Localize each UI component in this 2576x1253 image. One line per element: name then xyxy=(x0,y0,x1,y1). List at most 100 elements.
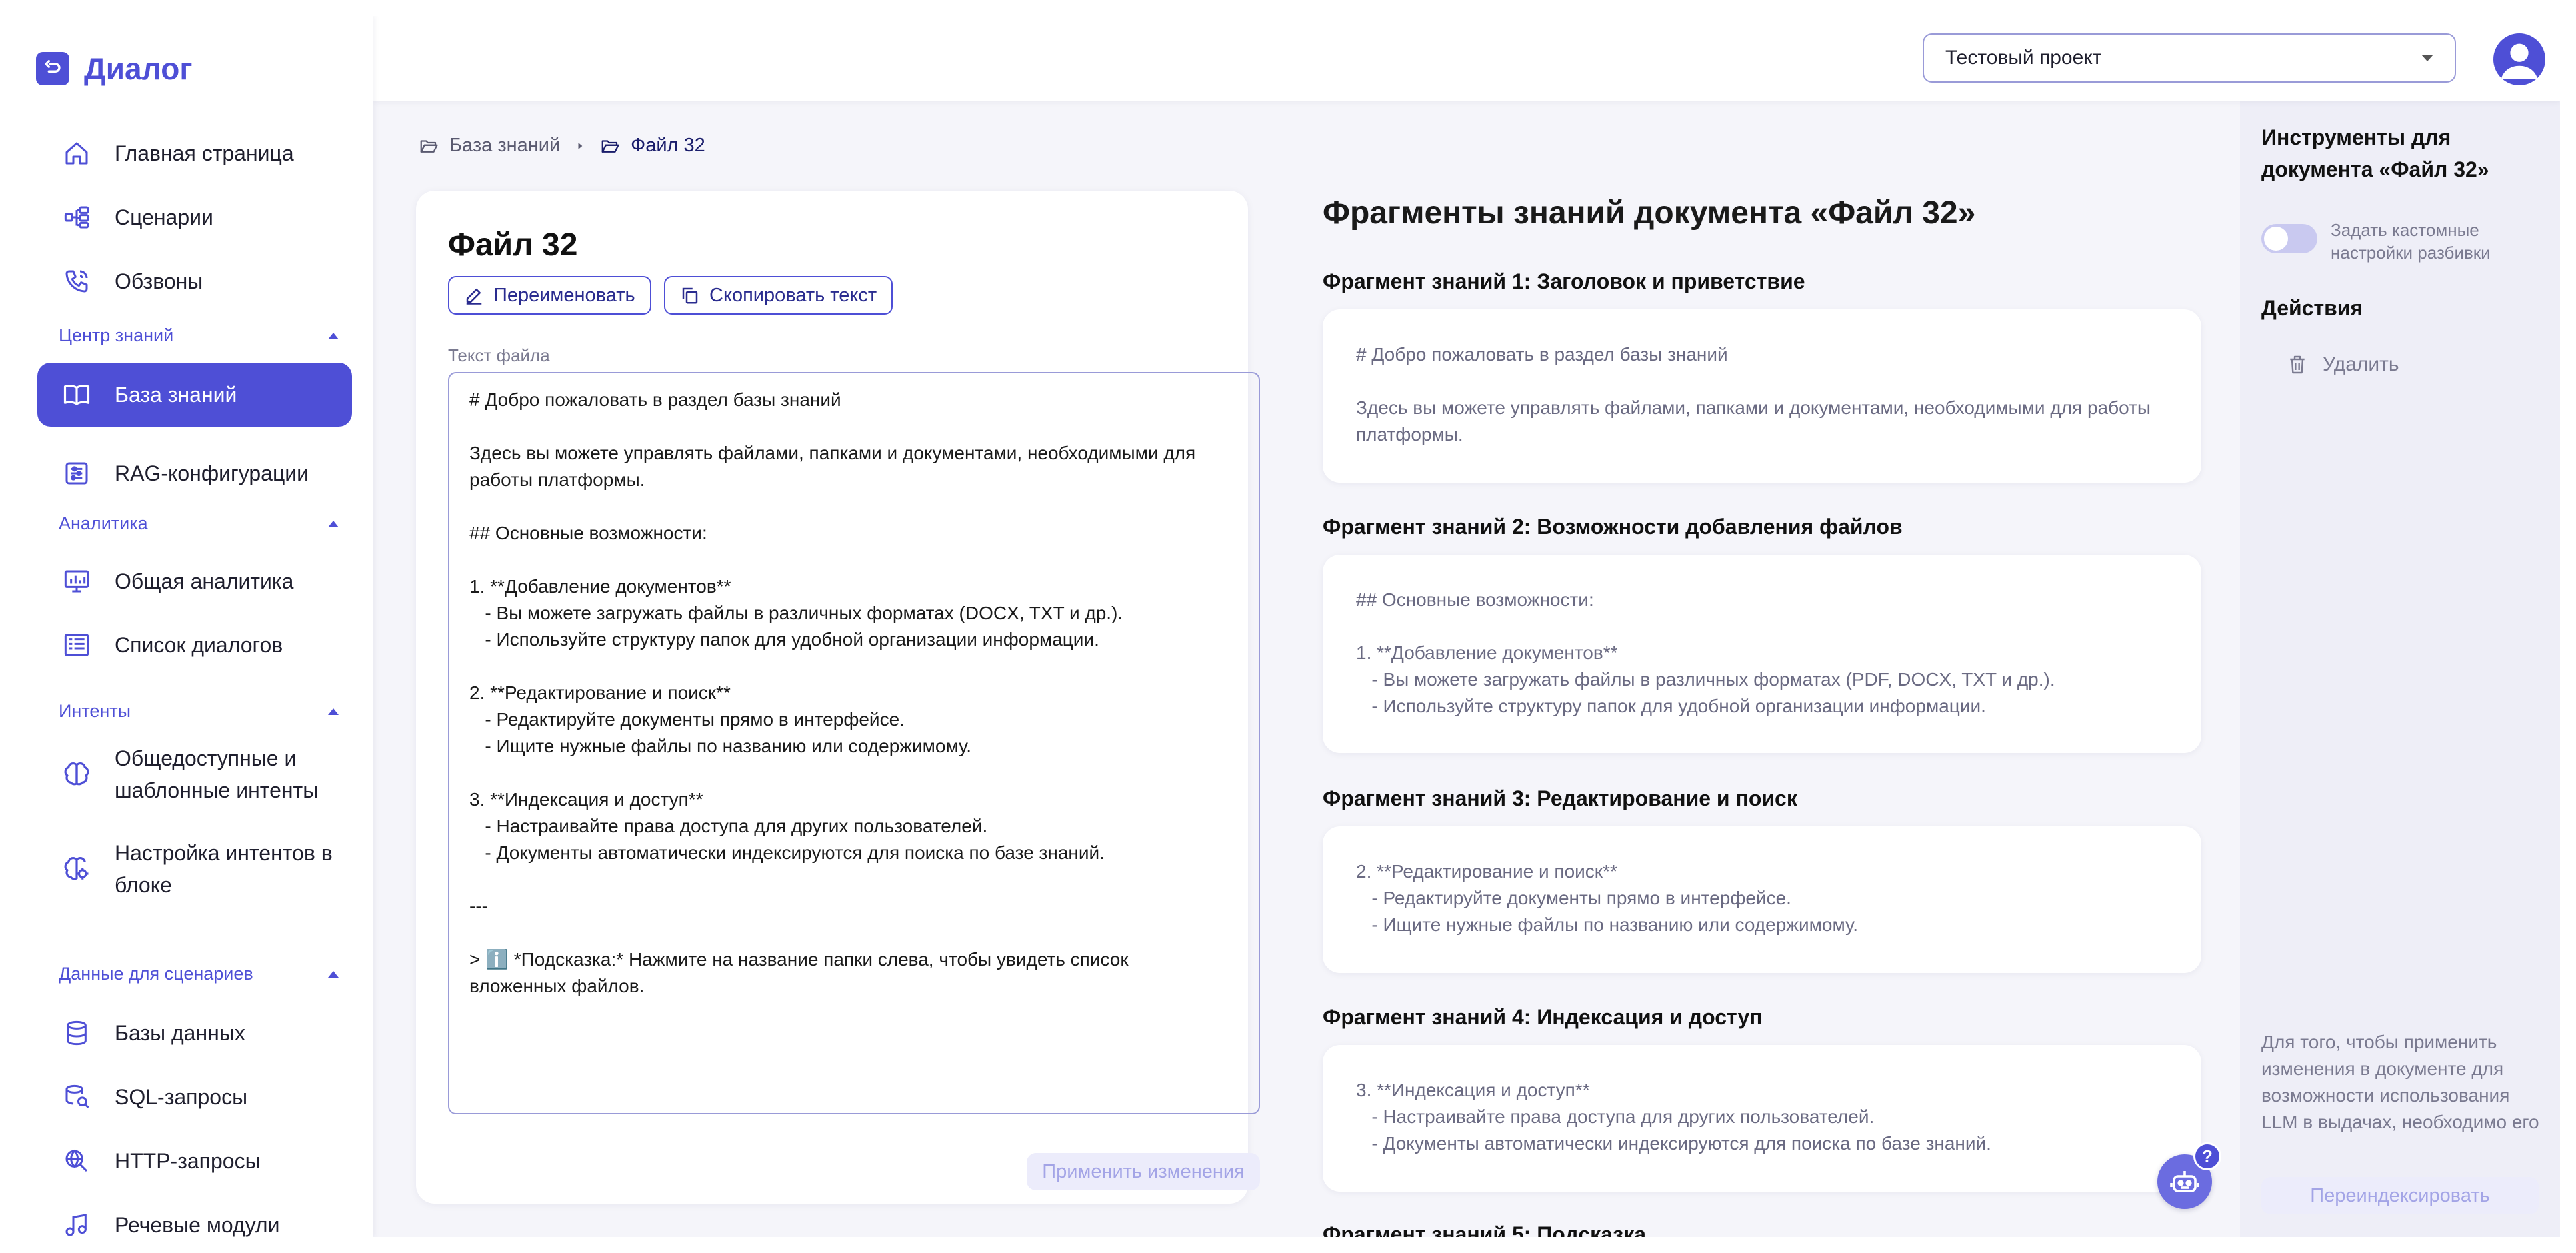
logo[interactable]: Диалог xyxy=(36,51,193,87)
file-text-editor[interactable]: # Добро пожаловать в раздел базы знаний … xyxy=(448,372,1260,1114)
sidebar-item-block-intents[interactable]: Настройка интентов в блоке xyxy=(37,830,352,908)
sidebar-item-label: RAG-конфигурации xyxy=(115,461,309,485)
rename-button-label: Переименовать xyxy=(493,284,635,306)
apply-changes-button[interactable]: Применить изменения xyxy=(1027,1153,1260,1190)
sidebar-item-label: Обзвоны xyxy=(115,269,203,293)
database-icon xyxy=(61,1018,92,1048)
sidebar-item-scenarios[interactable]: Сценарии xyxy=(37,192,352,243)
brain-gear-icon xyxy=(61,854,92,884)
rename-button[interactable]: Переименовать xyxy=(448,276,651,315)
project-select-value: Тестовый проект xyxy=(1945,47,2102,69)
sidebar-item-rag[interactable]: RAG-конфигурации xyxy=(37,448,352,499)
top-header: Тестовый проект xyxy=(373,16,2560,101)
sidebar-item-databases[interactable]: Базы данных xyxy=(37,1008,352,1058)
file-text-label: Текст файла xyxy=(448,345,550,365)
actions-title: Действия xyxy=(2261,296,2363,320)
project-select[interactable]: Тестовый проект xyxy=(1923,33,2456,83)
sidebar-item-public-intents[interactable]: Общедоступные и шаблонные интенты xyxy=(37,736,352,813)
delete-button-label: Удалить xyxy=(2323,353,2399,375)
dialog-list-icon xyxy=(61,630,92,660)
copy-text-button[interactable]: Скопировать текст xyxy=(664,276,893,315)
breadcrumb-root[interactable]: База знаний xyxy=(419,135,560,157)
sql-search-icon xyxy=(61,1082,92,1112)
document-tools-panel: Инструменты для документа «Файл 32» Зада… xyxy=(2240,101,2560,1237)
sidebar-item-label: Список диалогов xyxy=(115,633,283,657)
section-title: Центр знаний xyxy=(59,325,174,345)
section-title: Данные для сценариев xyxy=(59,964,253,984)
fragment-heading: Фрагмент знаний 2: Возможности добавлени… xyxy=(1323,515,1903,539)
apply-changes-label: Применить изменения xyxy=(1042,1160,1245,1182)
sidebar-item-knowledge-base[interactable]: База знаний xyxy=(37,363,352,427)
sidebar-item-dialog-list[interactable]: Список диалогов xyxy=(37,620,352,670)
music-note-icon xyxy=(61,1210,92,1237)
sidebar-item-label: База знаний xyxy=(115,383,237,407)
breadcrumb: База знаний Файл 32 xyxy=(419,135,705,157)
section-scenario-data[interactable]: Данные для сценариев xyxy=(59,964,339,984)
sidebar-item-general-analytics[interactable]: Общая аналитика xyxy=(37,556,352,607)
sidebar-item-label: SQL-запросы xyxy=(115,1085,248,1109)
tools-title: Инструменты для документа «Файл 32» xyxy=(2261,125,2489,181)
home-icon xyxy=(61,138,92,169)
reindex-note: Для того, чтобы применить изменения в до… xyxy=(2261,1032,2539,1132)
fragment-heading: Фрагмент знаний 3: Редактирование и поис… xyxy=(1323,786,1797,810)
sidebar-item-label: Базы данных xyxy=(115,1021,245,1045)
http-search-icon xyxy=(61,1146,92,1176)
chevron-down-icon xyxy=(2421,55,2433,61)
custom-split-toggle[interactable] xyxy=(2261,224,2317,253)
section-intents[interactable]: Интенты xyxy=(59,701,339,722)
fragment-heading: Фрагмент знаний 4: Индексация и доступ xyxy=(1323,1005,1763,1029)
breadcrumb-current: Файл 32 xyxy=(600,135,705,157)
scenarios-icon xyxy=(61,202,92,233)
section-title: Аналитика xyxy=(59,513,148,533)
sidebar-item-sql[interactable]: SQL-запросы xyxy=(37,1072,352,1122)
section-title: Интенты xyxy=(59,701,131,721)
file-title: Файл 32 xyxy=(448,227,578,263)
toggle-knob xyxy=(2264,227,2288,251)
breadcrumb-current-label: Файл 32 xyxy=(631,135,705,156)
sidebar-item-label: Общедоступные и шаблонные интенты xyxy=(115,746,319,802)
sidebar-item-label: Общая аналитика xyxy=(115,569,294,593)
copy-icon xyxy=(682,287,698,304)
fragment-heading: Фрагмент знаний 1: Заголовок и приветств… xyxy=(1323,269,1805,293)
chevron-up-icon xyxy=(328,970,339,978)
custom-split-toggle-label: Задать кастомные настройки разбивки xyxy=(2331,220,2491,263)
fragment-card[interactable]: 2. **Редактирование и поиск** - Редактир… xyxy=(1323,826,2201,973)
help-badge[interactable]: ? xyxy=(2193,1142,2221,1170)
settings-sliders-icon xyxy=(61,458,92,489)
copy-text-button-label: Скопировать текст xyxy=(709,284,877,306)
chevron-up-icon xyxy=(328,332,339,339)
logo-text: Диалог xyxy=(84,51,193,86)
chevron-right-icon xyxy=(578,142,583,149)
app-root: Диалог Главная страница Сценарии Обзвоны… xyxy=(16,16,2560,1237)
chevron-up-icon xyxy=(328,708,339,715)
chart-icon xyxy=(61,566,92,597)
section-knowledge-center[interactable]: Центр знаний xyxy=(59,325,339,346)
sidebar-item-calls[interactable]: Обзвоны xyxy=(37,256,352,307)
brain-icon xyxy=(61,759,92,790)
avatar[interactable] xyxy=(2493,33,2545,85)
delete-button[interactable]: Удалить xyxy=(2287,353,2399,376)
pencil-icon xyxy=(466,289,482,305)
sidebar-item-home[interactable]: Главная страница xyxy=(37,128,352,179)
sidebar-item-label: Речевые модули xyxy=(115,1213,280,1237)
sidebar-item-http[interactable]: HTTP-запросы xyxy=(37,1136,352,1186)
sidebar-item-speech-modules[interactable]: Речевые модули xyxy=(37,1200,352,1237)
fragment-card[interactable]: ## Основные возможности: 1. **Добавление… xyxy=(1323,555,2201,753)
fragments-title: Фрагменты знаний документа «Файл 32» xyxy=(1323,195,1976,231)
fragment-card[interactable]: 3. **Индексация и доступ** - Настраивайт… xyxy=(1323,1045,2201,1192)
book-icon xyxy=(61,379,92,410)
file-editor-card: Файл 32 Переименовать Скопировать текст … xyxy=(416,191,1260,1204)
sidebar-item-label: Сценарии xyxy=(115,205,213,229)
sidebar-item-label: HTTP-запросы xyxy=(115,1149,261,1173)
phone-icon xyxy=(61,266,92,297)
logo-icon xyxy=(36,52,69,85)
robot-icon xyxy=(2170,1171,2199,1192)
breadcrumb-root-label: База знаний xyxy=(449,135,561,156)
trash-icon xyxy=(2290,355,2305,374)
fragment-card[interactable]: # Добро пожаловать в раздел базы знаний … xyxy=(1323,309,2201,483)
sidebar-item-label: Главная страница xyxy=(115,141,294,165)
section-analytics[interactable]: Аналитика xyxy=(59,513,339,534)
folder-open-icon xyxy=(601,139,619,153)
user-icon xyxy=(2501,43,2538,79)
reindex-button[interactable]: Переиндексировать xyxy=(2261,1177,2539,1214)
